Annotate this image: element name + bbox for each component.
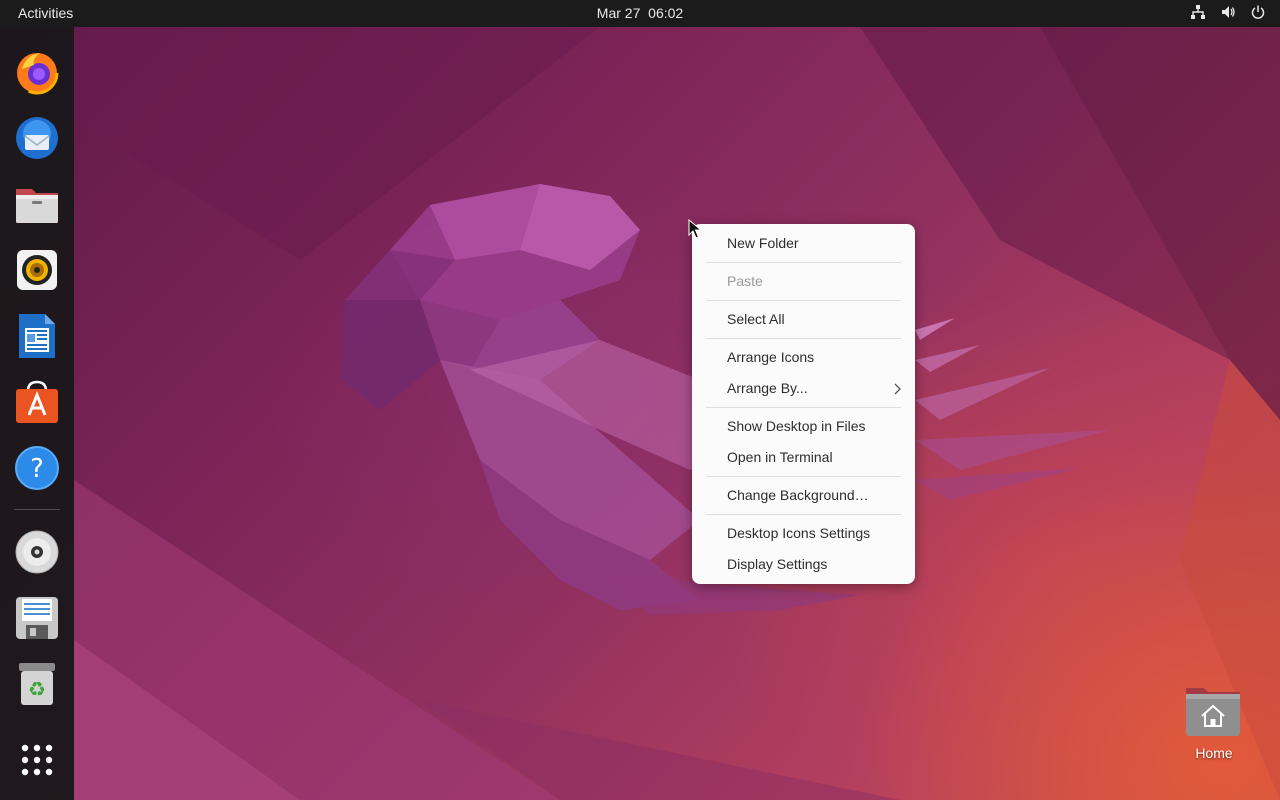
desktop-icon-home[interactable]: Home <box>1180 680 1248 770</box>
software-center-icon[interactable] <box>12 377 62 427</box>
menu-separator <box>706 262 901 263</box>
menu-item-label: Desktop Icons Settings <box>727 525 871 541</box>
clock: Mar 27 06:02 <box>0 5 1280 21</box>
menu-separator <box>706 407 901 408</box>
dock-separator <box>14 509 60 510</box>
desktop-context-menu: New Folder Paste Select All Arrange Icon… <box>692 224 915 584</box>
clock-time: 06:02 <box>648 5 684 21</box>
menu-item-label: Display Settings <box>727 556 828 572</box>
activities-button[interactable]: Activities <box>18 5 73 21</box>
menu-item-label: Select All <box>727 311 785 327</box>
menu-item-select-all[interactable]: Select All <box>692 306 915 334</box>
home-folder-icon <box>1186 688 1240 736</box>
menu-item-desktop-icons-settings[interactable]: Desktop Icons Settings <box>692 520 915 548</box>
clock-date: Mar 27 <box>596 5 641 21</box>
menu-item-label: Change Background… <box>727 487 869 503</box>
volume-icon[interactable] <box>1220 4 1236 20</box>
menu-item-label: Show Desktop in Files <box>727 418 866 434</box>
menu-item-display-settings[interactable]: Display Settings <box>692 551 915 579</box>
menu-separator <box>706 476 901 477</box>
system-tray[interactable] <box>1190 4 1266 20</box>
mouse-cursor-icon <box>688 219 702 239</box>
disc-drive-icon[interactable] <box>12 527 62 577</box>
firefox-icon[interactable] <box>12 47 62 97</box>
menu-separator <box>706 300 901 301</box>
top-bar: Activities Mar 27 06:02 <box>0 0 1280 27</box>
menu-item-arrange-by[interactable]: Arrange By... <box>692 375 915 403</box>
home-label: Home <box>1195 745 1233 761</box>
help-icon[interactable]: ? <box>12 443 62 493</box>
menu-item-open-in-terminal[interactable]: Open in Terminal <box>692 444 915 472</box>
rhythmbox-icon[interactable] <box>12 245 62 295</box>
menu-item-label: Arrange By... <box>727 380 808 396</box>
menu-item-paste: Paste <box>692 268 915 296</box>
menu-item-label: Open in Terminal <box>727 449 833 465</box>
thunderbird-icon[interactable] <box>12 113 62 163</box>
menu-item-label: Paste <box>727 273 763 289</box>
menu-item-new-folder[interactable]: New Folder <box>692 230 915 258</box>
menu-item-change-background[interactable]: Change Background… <box>692 482 915 510</box>
files-icon[interactable] <box>12 179 62 229</box>
power-icon[interactable] <box>1250 4 1266 20</box>
menu-item-show-desktop-in-files[interactable]: Show Desktop in Files <box>692 413 915 441</box>
menu-item-label: New Folder <box>727 235 799 251</box>
chevron-right-icon <box>894 383 901 395</box>
libreoffice-writer-icon[interactable] <box>12 311 62 361</box>
menu-separator <box>706 514 901 515</box>
dock: ? ♻ <box>0 27 74 800</box>
menu-separator <box>706 338 901 339</box>
clock-button[interactable]: Mar 27 06:02 <box>597 5 683 21</box>
desktop[interactable]: Activities Mar 27 06:02 ? ♻ Home New Fol… <box>0 0 1280 800</box>
trash-icon[interactable]: ♻ <box>12 659 62 709</box>
show-applications-icon[interactable] <box>12 735 62 785</box>
menu-item-arrange-icons[interactable]: Arrange Icons <box>692 344 915 372</box>
network-icon[interactable] <box>1190 4 1206 20</box>
floppy-save-icon[interactable] <box>12 593 62 643</box>
menu-item-label: Arrange Icons <box>727 349 815 365</box>
svg-text:♻: ♻ <box>28 677 46 701</box>
wallpaper-image <box>74 27 1280 800</box>
svg-text:?: ? <box>30 454 44 484</box>
